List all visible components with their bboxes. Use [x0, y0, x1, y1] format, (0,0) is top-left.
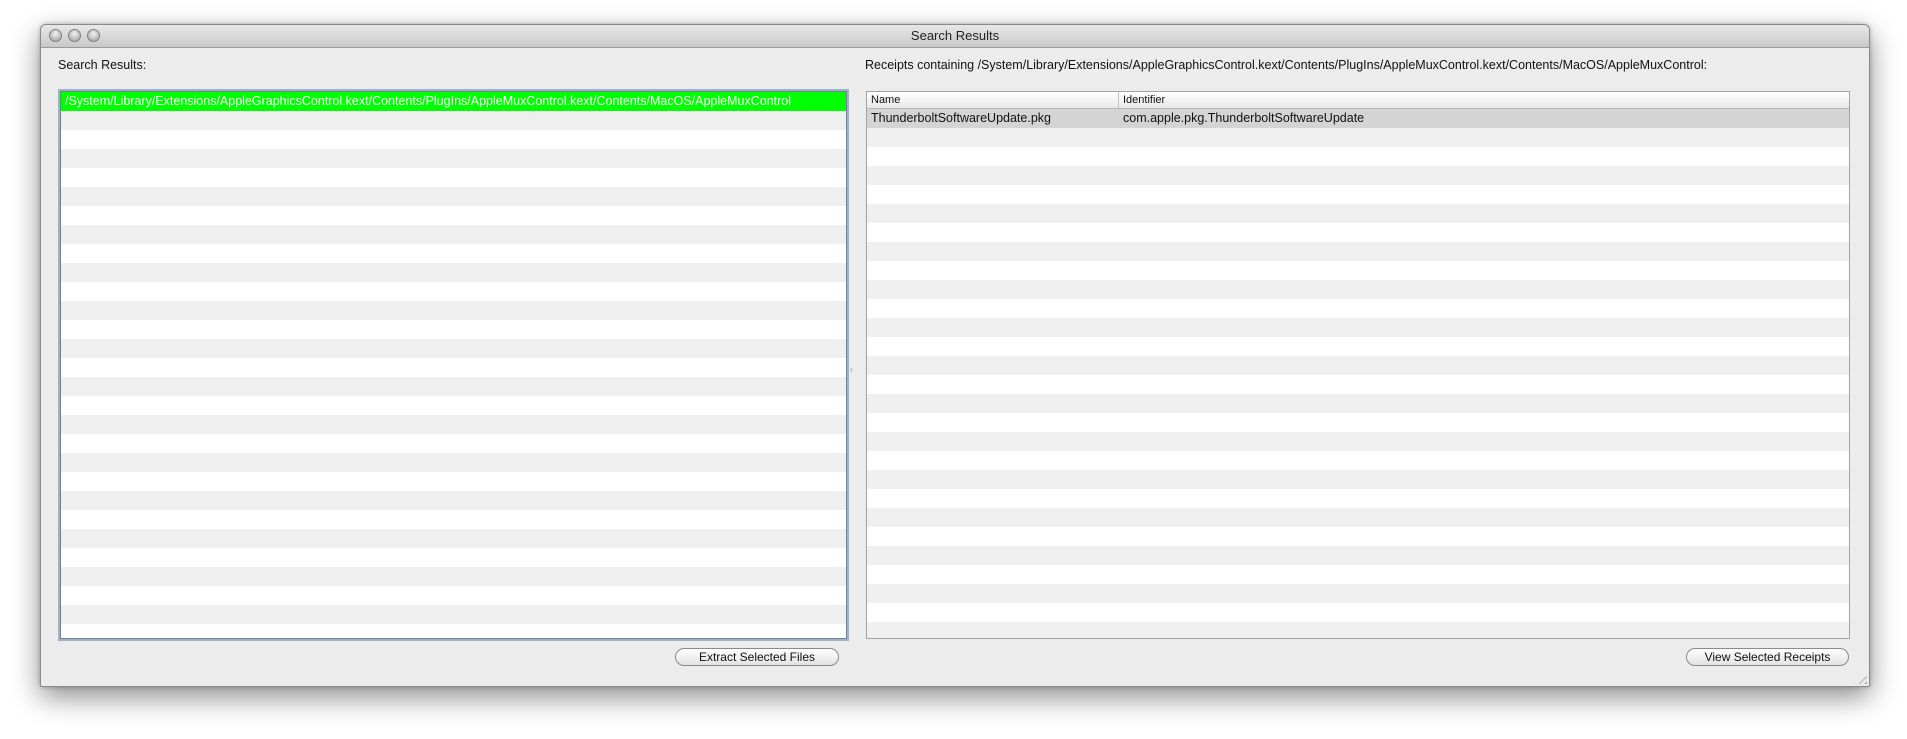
search-results-window: Search Results Search Results: /System/L…	[40, 24, 1870, 687]
receipts-table-header: Name Identifier	[867, 92, 1849, 109]
table-row[interactable]: ThunderboltSoftwareUpdate.pkg com.apple.…	[867, 109, 1849, 128]
receipts-table[interactable]: Name Identifier ThunderboltSoftwareUpdat…	[866, 91, 1850, 639]
receipt-identifier-cell: com.apple.pkg.ThunderboltSoftwareUpdate	[1123, 111, 1365, 125]
title-bar: Search Results	[41, 25, 1869, 48]
column-header-identifier[interactable]: Identifier	[1119, 92, 1165, 108]
receipts-table-body: ThunderboltSoftwareUpdate.pkg com.apple.…	[867, 109, 1849, 638]
search-result-item[interactable]: /System/Library/Extensions/AppleGraphics…	[61, 92, 846, 111]
view-selected-receipts-button[interactable]: View Selected Receipts	[1686, 648, 1849, 666]
search-results-label: Search Results:	[58, 58, 147, 72]
window-title: Search Results	[910, 28, 1000, 43]
column-header-name[interactable]: Name	[867, 92, 1119, 108]
receipts-label: Receipts containing /System/Library/Exte…	[865, 58, 1708, 72]
receipt-name-cell: ThunderboltSoftwareUpdate.pkg	[871, 111, 1051, 125]
extract-selected-files-button[interactable]: Extract Selected Files	[675, 648, 839, 666]
search-results-list[interactable]: /System/Library/Extensions/AppleGraphics…	[60, 91, 847, 639]
split-view-divider[interactable]: ‹	[850, 365, 853, 374]
resize-grip-icon[interactable]	[1855, 672, 1867, 684]
